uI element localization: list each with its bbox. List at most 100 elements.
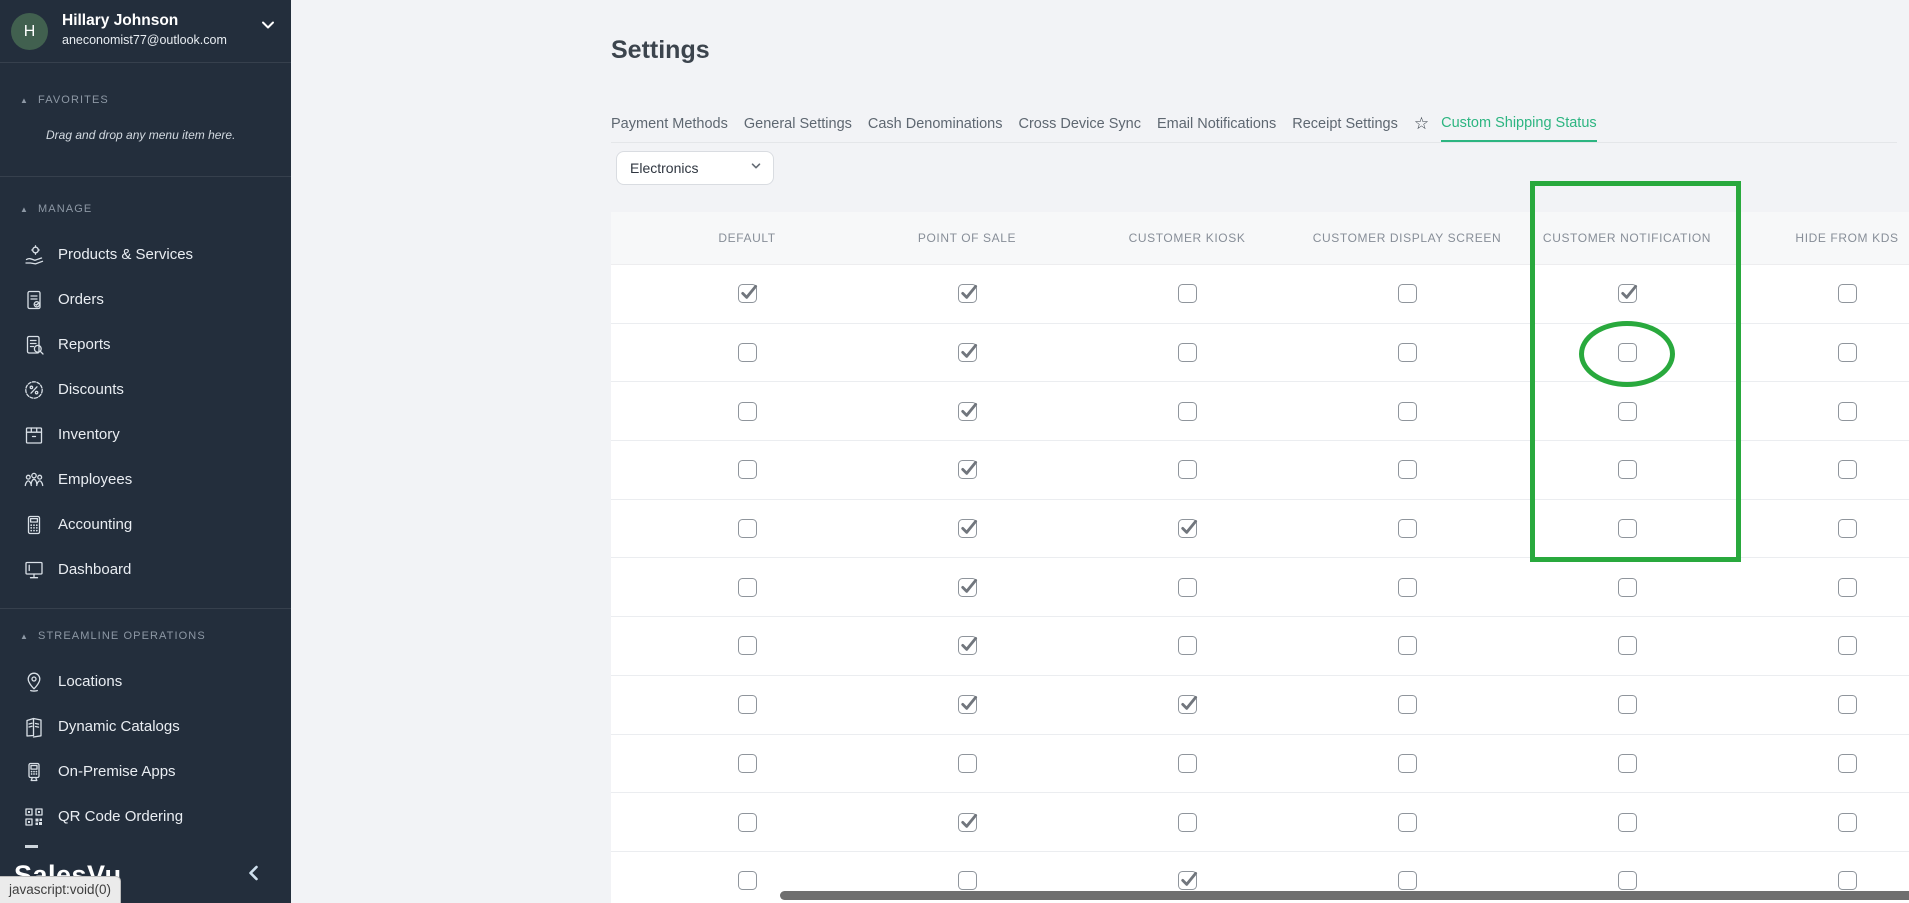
checkbox-customer-display-screen[interactable] — [1398, 754, 1417, 773]
checkbox-point-of-sale[interactable] — [958, 813, 977, 832]
checkbox-hide-from-kds[interactable] — [1838, 871, 1857, 890]
checkbox-default[interactable] — [738, 519, 757, 538]
sidebar-item-employees[interactable]: Employees — [0, 457, 291, 502]
checkbox-customer-display-screen[interactable] — [1398, 284, 1417, 303]
checkbox-customer-display-screen[interactable] — [1398, 402, 1417, 421]
checkbox-customer-display-screen[interactable] — [1398, 871, 1417, 890]
checkbox-default[interactable] — [738, 754, 757, 773]
chevron-down-icon[interactable] — [258, 15, 278, 40]
collapse-triangle-icon: ▲ — [20, 96, 29, 105]
checkbox-customer-notification[interactable] — [1618, 343, 1637, 362]
checkbox-customer-kiosk[interactable] — [1178, 284, 1197, 303]
sidebar-item-inventory[interactable]: Inventory — [0, 412, 291, 457]
divider — [0, 176, 291, 177]
checkbox-customer-kiosk[interactable] — [1178, 695, 1197, 714]
checkbox-hide-from-kds[interactable] — [1838, 402, 1857, 421]
checkbox-point-of-sale[interactable] — [958, 636, 977, 655]
checkbox-customer-kiosk[interactable] — [1178, 636, 1197, 655]
tab-general-settings[interactable]: General Settings — [744, 105, 852, 142]
checkbox-hide-from-kds[interactable] — [1838, 695, 1857, 714]
checkbox-customer-notification[interactable] — [1618, 402, 1637, 421]
checkbox-point-of-sale[interactable] — [958, 460, 977, 479]
checkbox-point-of-sale[interactable] — [958, 871, 977, 890]
user-menu[interactable]: H Hillary Johnson aneconomist77@outlook.… — [0, 0, 291, 62]
checkbox-customer-notification[interactable] — [1618, 519, 1637, 538]
sidebar-item-dynamic-catalogs[interactable]: Dynamic Catalogs — [0, 704, 291, 749]
accounting-icon — [22, 513, 46, 537]
checkbox-customer-kiosk[interactable] — [1178, 813, 1197, 832]
checkbox-point-of-sale[interactable] — [958, 402, 977, 421]
checkbox-point-of-sale[interactable] — [958, 695, 977, 714]
checkbox-customer-notification[interactable] — [1618, 284, 1637, 303]
checkbox-default[interactable] — [738, 402, 757, 421]
checkbox-customer-display-screen[interactable] — [1398, 813, 1417, 832]
checkbox-default[interactable] — [738, 284, 757, 303]
checkbox-customer-notification[interactable] — [1618, 578, 1637, 597]
checkbox-default[interactable] — [738, 636, 757, 655]
tab-custom-shipping-status[interactable]: Custom Shipping Status — [1441, 105, 1597, 142]
sidebar-item-locations[interactable]: Locations — [0, 659, 291, 704]
checkbox-customer-kiosk[interactable] — [1178, 343, 1197, 362]
checkbox-customer-notification[interactable] — [1618, 871, 1637, 890]
checkbox-customer-kiosk[interactable] — [1178, 519, 1197, 538]
checkbox-hide-from-kds[interactable] — [1838, 578, 1857, 597]
sidebar-item-orders[interactable]: Orders — [0, 277, 291, 322]
horizontal-scrollbar[interactable] — [780, 891, 1909, 900]
user-email: aneconomist77@outlook.com — [62, 33, 227, 47]
checkbox-hide-from-kds[interactable] — [1838, 284, 1857, 303]
section-header-favorites[interactable]: ▲FAVORITES — [20, 94, 109, 106]
checkbox-customer-display-screen[interactable] — [1398, 636, 1417, 655]
category-select[interactable]: Electronics — [616, 151, 774, 185]
sidebar-item-dashboard[interactable]: Dashboard — [0, 547, 291, 592]
checkbox-default[interactable] — [738, 871, 757, 890]
sidebar-item-accounting[interactable]: Accounting — [0, 502, 291, 547]
checkbox-hide-from-kds[interactable] — [1838, 754, 1857, 773]
checkbox-point-of-sale[interactable] — [958, 284, 977, 303]
checkbox-customer-kiosk[interactable] — [1178, 578, 1197, 597]
checkbox-hide-from-kds[interactable] — [1838, 519, 1857, 538]
checkbox-default[interactable] — [738, 343, 757, 362]
section-header-streamline-operations[interactable]: ▲STREAMLINE OPERATIONS — [20, 630, 206, 642]
checkbox-customer-kiosk[interactable] — [1178, 754, 1197, 773]
tab-cross-device-sync[interactable]: Cross Device Sync — [1019, 105, 1141, 142]
favorite-star-icon[interactable]: ☆ — [1414, 114, 1429, 134]
checkbox-default[interactable] — [738, 460, 757, 479]
tab-receipt-settings[interactable]: Receipt Settings — [1292, 105, 1398, 142]
qr-code-ordering-icon — [22, 805, 46, 829]
checkbox-customer-display-screen[interactable] — [1398, 519, 1417, 538]
checkbox-customer-kiosk[interactable] — [1178, 871, 1197, 890]
sidebar-item-qr-code-ordering[interactable]: QR Code Ordering — [0, 794, 291, 839]
checkbox-customer-notification[interactable] — [1618, 636, 1637, 655]
checkbox-hide-from-kds[interactable] — [1838, 460, 1857, 479]
checkbox-customer-display-screen[interactable] — [1398, 460, 1417, 479]
checkbox-customer-display-screen[interactable] — [1398, 343, 1417, 362]
tab-cash-denominations[interactable]: Cash Denominations — [868, 105, 1003, 142]
checkbox-point-of-sale[interactable] — [958, 578, 977, 597]
tab-email-notifications[interactable]: Email Notifications — [1157, 105, 1276, 142]
sidebar-item-products-services[interactable]: Products & Services — [0, 232, 291, 277]
checkbox-customer-kiosk[interactable] — [1178, 402, 1197, 421]
checkbox-customer-notification[interactable] — [1618, 754, 1637, 773]
section-header-manage[interactable]: ▲MANAGE — [20, 203, 92, 215]
checkbox-hide-from-kds[interactable] — [1838, 636, 1857, 655]
column-header-customer-display-screen: CUSTOMER DISPLAY SCREEN — [1297, 231, 1517, 245]
checkbox-default[interactable] — [738, 813, 757, 832]
sidebar-collapse-icon[interactable] — [243, 862, 265, 889]
checkbox-point-of-sale[interactable] — [958, 754, 977, 773]
checkbox-customer-display-screen[interactable] — [1398, 695, 1417, 714]
tab-payment-methods[interactable]: Payment Methods — [611, 105, 728, 142]
checkbox-customer-kiosk[interactable] — [1178, 460, 1197, 479]
checkbox-default[interactable] — [738, 578, 757, 597]
checkbox-point-of-sale[interactable] — [958, 343, 977, 362]
sidebar-item-reports[interactable]: Reports — [0, 322, 291, 367]
checkbox-hide-from-kds[interactable] — [1838, 343, 1857, 362]
checkbox-customer-display-screen[interactable] — [1398, 578, 1417, 597]
checkbox-point-of-sale[interactable] — [958, 519, 977, 538]
checkbox-customer-notification[interactable] — [1618, 695, 1637, 714]
checkbox-hide-from-kds[interactable] — [1838, 813, 1857, 832]
sidebar-item-discounts[interactable]: Discounts — [0, 367, 291, 412]
checkbox-customer-notification[interactable] — [1618, 460, 1637, 479]
sidebar-item-on-premise-apps[interactable]: On-Premise Apps — [0, 749, 291, 794]
checkbox-customer-notification[interactable] — [1618, 813, 1637, 832]
checkbox-default[interactable] — [738, 695, 757, 714]
